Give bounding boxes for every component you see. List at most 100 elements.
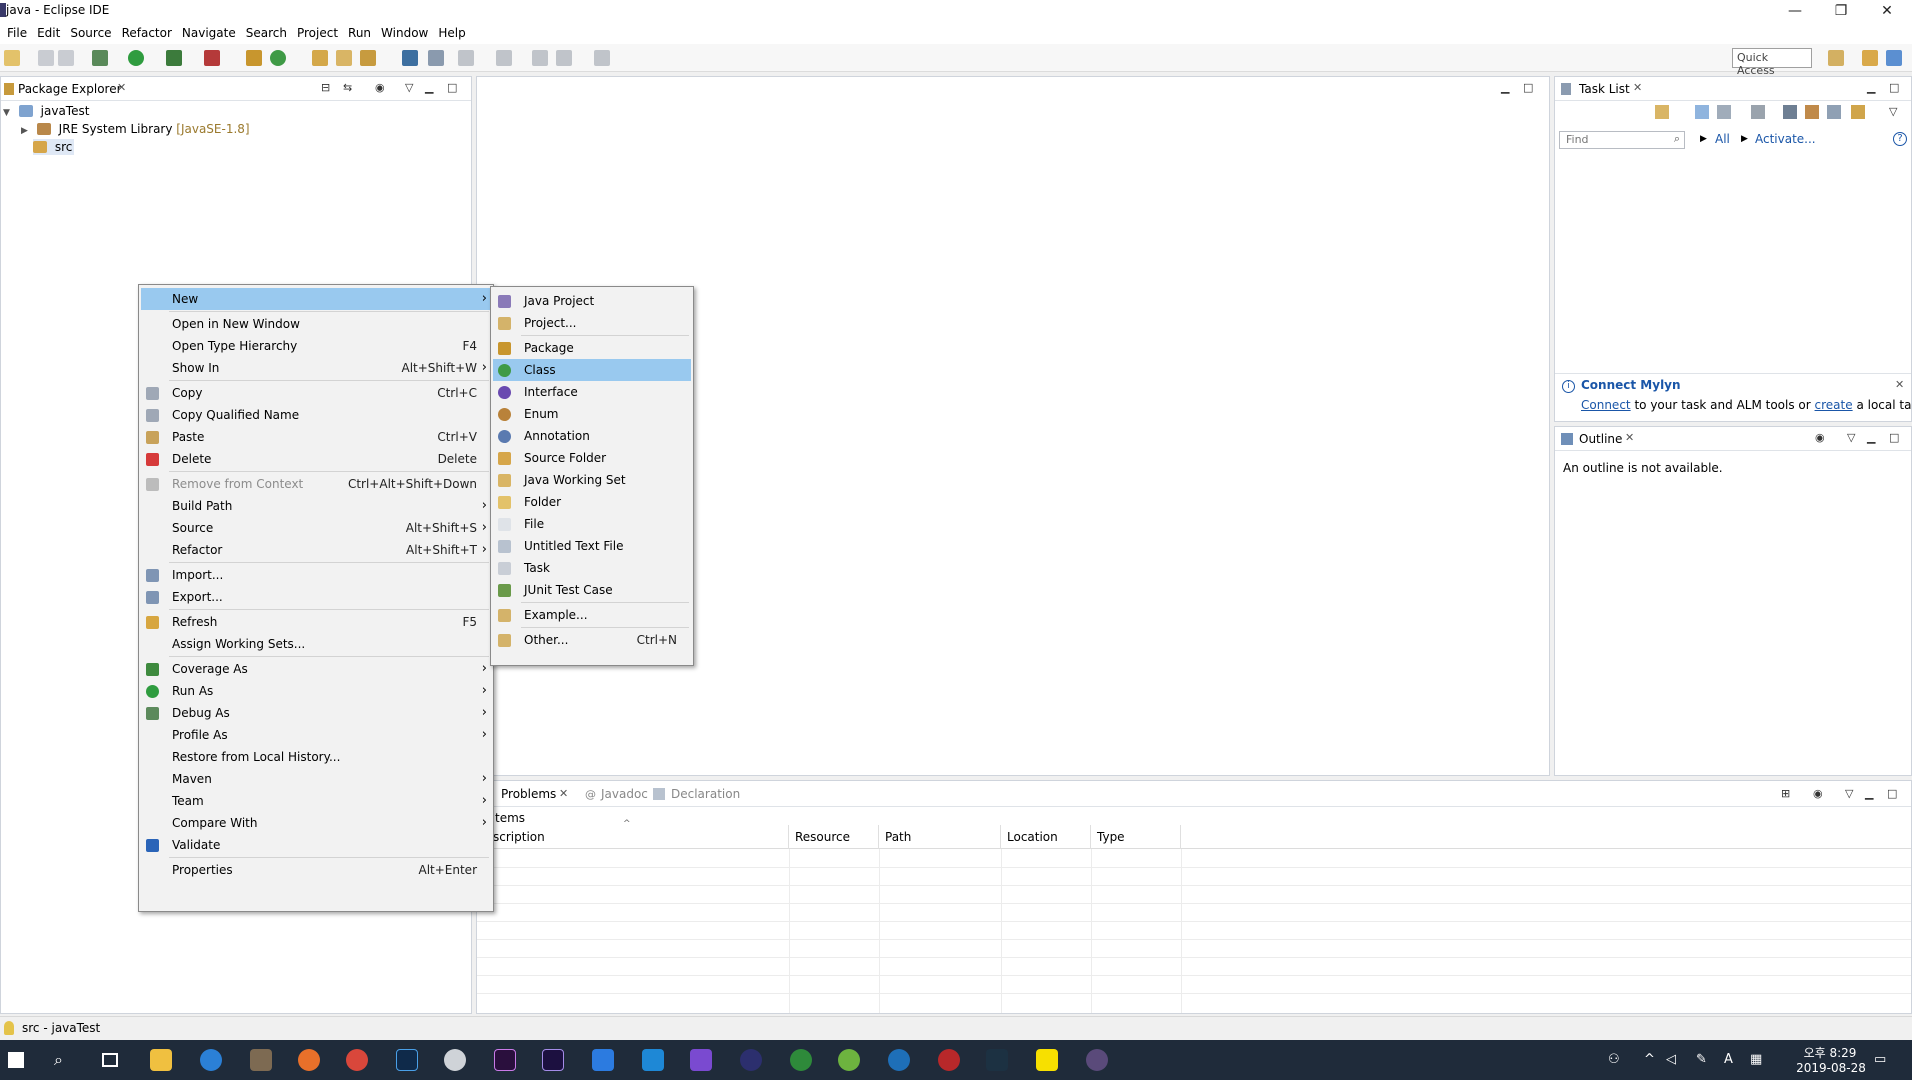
search-icon[interactable]: ⌕ [54, 1050, 63, 1070]
all-link[interactable]: All [1715, 132, 1730, 146]
open-task-icon[interactable] [336, 50, 352, 66]
maximize-view-icon[interactable]: □ [1523, 81, 1533, 94]
minimize-button[interactable]: — [1772, 0, 1818, 22]
new-task-icon[interactable] [1655, 105, 1669, 119]
menu-item-new[interactable]: New › [141, 288, 491, 310]
col-path[interactable]: Path [879, 825, 1001, 849]
next-annotation-icon[interactable] [458, 50, 474, 66]
menu-item-task[interactable]: Task [493, 557, 691, 579]
gimp-icon[interactable] [250, 1049, 272, 1071]
app-hs-icon[interactable] [790, 1049, 812, 1071]
task-list-tab[interactable]: Task List [1579, 82, 1630, 96]
menu-item-build-path[interactable]: Build Path › [141, 495, 491, 517]
open-perspective-icon[interactable] [1828, 50, 1844, 66]
new-java-package-icon[interactable] [246, 50, 262, 66]
col-location[interactable]: Location [1001, 825, 1091, 849]
menu-item-annotation[interactable]: Annotation [493, 425, 691, 447]
maximize-view-icon[interactable]: □ [1889, 431, 1899, 444]
new-class-icon[interactable] [270, 50, 286, 66]
close-icon[interactable]: ✕ [1895, 378, 1904, 391]
vscode-icon[interactable] [642, 1049, 664, 1071]
close-button[interactable]: ✕ [1864, 0, 1910, 22]
quick-access-input[interactable]: Quick Access [1732, 48, 1812, 77]
edge-icon[interactable] [200, 1049, 222, 1071]
collapsed-icon[interactable]: ▶ [21, 122, 33, 140]
menu-item-interface[interactable]: Interface [493, 381, 691, 403]
app-red-icon[interactable] [938, 1049, 960, 1071]
menu-item-show-in[interactable]: Show In Alt+Shift+W › [141, 357, 491, 379]
sync-icon[interactable] [1851, 105, 1865, 119]
eclipse-active-icon[interactable] [1086, 1049, 1108, 1071]
java-ee-perspective-icon[interactable] [1862, 50, 1878, 66]
prev-annotation-icon[interactable] [496, 50, 512, 66]
menu-item-copy-qualified-name[interactable]: Copy Qualified Name [141, 404, 491, 426]
premiere-icon[interactable] [494, 1049, 516, 1071]
focus-task-icon[interactable]: ◉ [1813, 787, 1823, 800]
close-icon[interactable]: ✕ [117, 81, 126, 94]
menu-item-assign-working-sets[interactable]: Assign Working Sets... [141, 633, 491, 655]
tab-problems[interactable]: Problems [501, 787, 556, 801]
menu-item-junit-test-case[interactable]: JUnit Test Case [493, 579, 691, 601]
menu-source[interactable]: Source [65, 22, 116, 44]
filter-icon[interactable] [1805, 105, 1819, 119]
view-menu-icon[interactable]: ▽ [1845, 787, 1853, 800]
menu-item-export[interactable]: Export... [141, 586, 491, 608]
tree-item-project[interactable]: ▼ javaTest [3, 102, 463, 120]
view-menu-icon[interactable]: ▽ [405, 81, 413, 94]
view-menu-icon[interactable]: ▽ [1889, 105, 1897, 118]
menu-item-class[interactable]: Class [493, 359, 691, 381]
focus-icon[interactable] [1751, 105, 1765, 119]
close-icon[interactable]: ✕ [559, 787, 568, 800]
pen-icon[interactable]: ✎ [1696, 1052, 1707, 1067]
menu-item-debug-as[interactable]: Debug As › [141, 702, 491, 724]
scheduled-icon[interactable] [1717, 105, 1731, 119]
minimize-view-icon[interactable]: ▁ [1867, 81, 1875, 94]
filter-icon[interactable]: ⊞ [1781, 787, 1790, 800]
collapse-all-icon[interactable] [1827, 105, 1841, 119]
maximize-view-icon[interactable]: □ [1889, 81, 1899, 94]
minimize-view-icon[interactable]: ▁ [1865, 787, 1873, 800]
menu-item-project[interactable]: Project... [493, 312, 691, 334]
menu-item-refresh[interactable]: Refresh F5 [141, 611, 491, 633]
coverage-icon[interactable] [166, 50, 182, 66]
debug-icon[interactable] [92, 50, 108, 66]
menu-navigate[interactable]: Navigate [177, 22, 241, 44]
tree-item-jre[interactable]: ▶ JRE System Library [JavaSE-1.8] [3, 120, 463, 138]
app-blue-icon[interactable] [592, 1049, 614, 1071]
collapse-all-icon[interactable]: ⊟ [321, 81, 330, 94]
close-icon[interactable]: ✕ [1633, 81, 1642, 94]
menu-window[interactable]: Window [376, 22, 433, 44]
tab-declaration[interactable]: Declaration [671, 787, 740, 801]
menu-item-enum[interactable]: Enum [493, 403, 691, 425]
chrome-icon[interactable] [346, 1049, 368, 1071]
col-resource[interactable]: Resource [789, 825, 879, 849]
forward-icon[interactable] [594, 50, 610, 66]
clock-time[interactable]: 오후 8:29 [1790, 1044, 1870, 1061]
view-menu-icon[interactable]: ▽ [1847, 431, 1855, 444]
ime-icon[interactable]: A [1724, 1052, 1733, 1067]
maximize-view-icon[interactable]: □ [1887, 787, 1897, 800]
menu-item-folder[interactable]: Folder [493, 491, 691, 513]
focus-task-icon[interactable]: ◉ [1815, 431, 1825, 444]
notification-icon[interactable]: ▭ [1874, 1052, 1886, 1067]
menu-item-maven[interactable]: Maven › [141, 768, 491, 790]
focus-task-icon[interactable]: ◉ [375, 81, 385, 94]
task-view-icon[interactable] [102, 1053, 118, 1067]
app-c-icon[interactable] [888, 1049, 910, 1071]
volume-icon[interactable]: ◁ [1666, 1052, 1676, 1067]
col-description[interactable]: scription [487, 825, 789, 849]
clock-date[interactable]: 2019-08-28 [1786, 1061, 1876, 1075]
link-editor-icon[interactable]: ⇆ [343, 81, 352, 94]
menu-item-source-folder[interactable]: Source Folder [493, 447, 691, 469]
menu-item-file[interactable]: File [493, 513, 691, 535]
menu-item-open-type-hierarchy[interactable]: Open Type Hierarchy F4 [141, 335, 491, 357]
last-edit-icon[interactable] [532, 50, 548, 66]
kakaotalk-icon[interactable] [1036, 1049, 1058, 1071]
menu-item-java-project[interactable]: Java Project [493, 290, 691, 312]
restore-button[interactable]: ❐ [1818, 0, 1864, 22]
connect-link[interactable]: Connect [1581, 398, 1631, 412]
photoshop-icon[interactable] [396, 1049, 418, 1071]
menu-refactor[interactable]: Refactor [117, 22, 177, 44]
save-icon[interactable] [38, 50, 54, 66]
menu-item-team[interactable]: Team › [141, 790, 491, 812]
